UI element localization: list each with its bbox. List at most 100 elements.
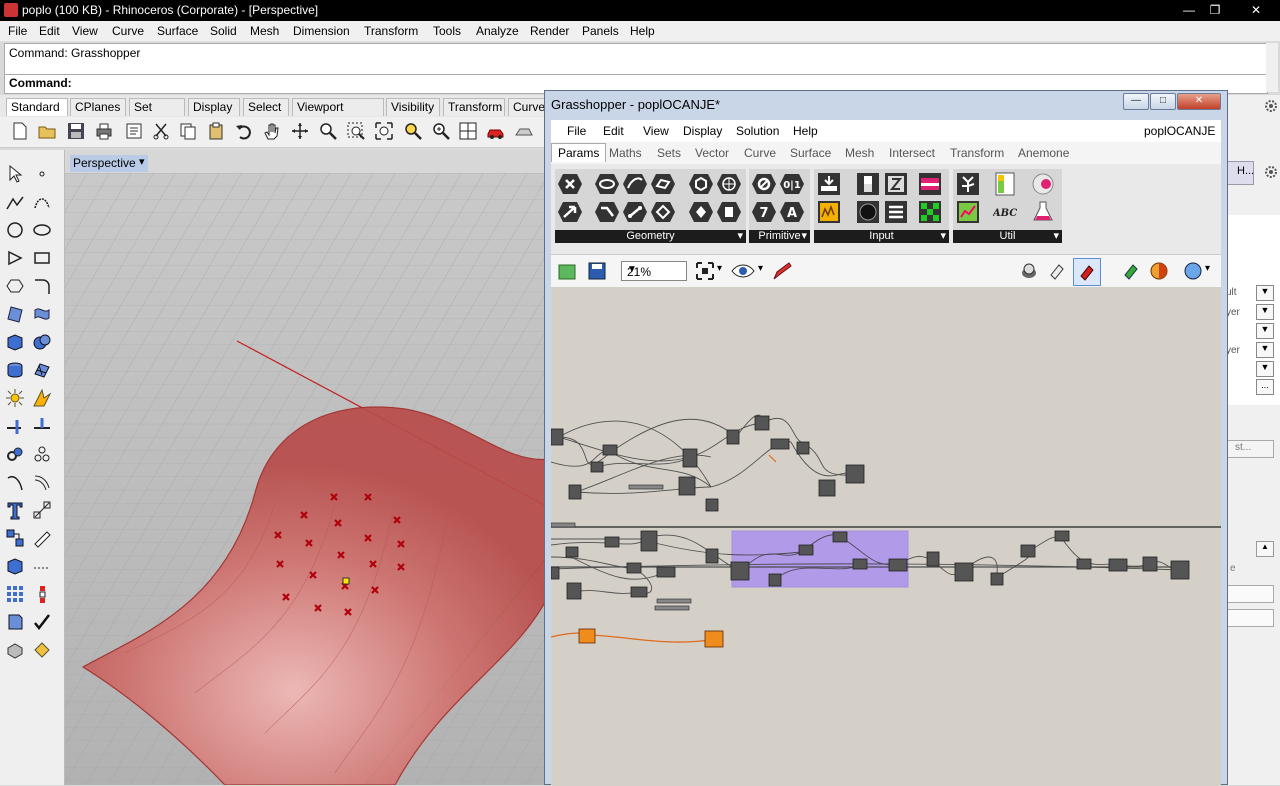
preview-shaded-icon[interactable]	[1047, 261, 1067, 281]
dropdown-2[interactable]: ▼	[1256, 304, 1274, 320]
menu-dimension[interactable]: Dimension	[293, 24, 350, 38]
zoom-combo[interactable]: 21% ▼	[621, 261, 687, 281]
menu-edit[interactable]: Edit	[39, 24, 60, 38]
panel-button[interactable]: st...	[1226, 440, 1274, 458]
param-plane-icon[interactable]	[623, 200, 647, 224]
tab-cplanes[interactable]: CPlanes	[70, 98, 126, 116]
expand-geometry-icon[interactable]: ▾	[737, 230, 743, 243]
preview-selected-button[interactable]	[1073, 258, 1101, 286]
check-icon[interactable]	[32, 612, 52, 632]
cut-icon[interactable]	[151, 121, 171, 141]
util-legend-icon[interactable]	[993, 172, 1017, 196]
gh-minimize-button[interactable]: —	[1123, 93, 1149, 110]
zoom-window-icon[interactable]	[346, 121, 366, 141]
menu-file[interactable]: File	[8, 24, 27, 38]
tab-set-view[interactable]: Set View	[129, 98, 185, 129]
util-scribble-icon[interactable]: ABC	[993, 200, 1017, 224]
tab-transform[interactable]: Transform	[443, 98, 505, 116]
panel-field-2[interactable]	[1226, 609, 1274, 627]
param-vector-icon[interactable]	[558, 200, 582, 224]
open-folder-icon[interactable]	[37, 121, 57, 141]
util-quick-graph-icon[interactable]	[956, 200, 980, 224]
light-icon[interactable]	[5, 388, 25, 408]
render-preview-icon[interactable]	[514, 121, 534, 141]
input-value-list-icon[interactable]	[884, 200, 908, 224]
panel-gear-icon[interactable]	[1264, 165, 1278, 179]
input-graph-mapper-icon[interactable]	[817, 200, 841, 224]
param-geometry-icon[interactable]	[689, 200, 713, 224]
restore-button[interactable]: ❐	[1202, 1, 1228, 19]
offset-curve-icon[interactable]	[32, 472, 52, 492]
menu-view[interactable]: View	[72, 24, 98, 38]
circle-icon[interactable]	[5, 220, 25, 240]
param-group-icon[interactable]	[717, 200, 741, 224]
render-car-icon[interactable]	[486, 121, 506, 141]
settings-gear-icon[interactable]	[1264, 99, 1278, 113]
tab-visibility[interactable]: Visibility	[386, 98, 440, 116]
block-icon[interactable]	[5, 528, 25, 548]
hatch-icon[interactable]	[32, 556, 52, 576]
gh-open-icon[interactable]	[557, 261, 577, 281]
gh-group-input-label[interactable]: Input ▾	[814, 230, 949, 243]
tab-standard[interactable]: Standard	[6, 98, 68, 116]
polygon-icon[interactable]	[5, 248, 25, 268]
render-object-icon[interactable]	[5, 640, 25, 660]
ruler-icon[interactable]	[32, 528, 52, 548]
expand-input-icon[interactable]: ▾	[940, 230, 946, 243]
selected-control-point[interactable]	[342, 577, 350, 585]
menu-mesh[interactable]: Mesh	[250, 24, 279, 38]
analyze-icon[interactable]	[5, 612, 25, 632]
gh-tab-mesh[interactable]: Mesh	[845, 146, 874, 160]
dropdown-5[interactable]: ▼	[1256, 361, 1274, 377]
gh-tab-surface[interactable]: Surface	[790, 146, 831, 160]
viewport-tab-perspective[interactable]: Perspective ▾	[70, 155, 148, 172]
display-menu-icon[interactable]: ▾	[1205, 263, 1210, 274]
gh-canvas[interactable]	[551, 287, 1221, 786]
input-toggle-icon[interactable]	[856, 172, 880, 196]
zoom-extents-icon[interactable]	[695, 261, 715, 281]
zoom-selected-icon[interactable]	[403, 121, 423, 141]
menu-transform[interactable]: Transform	[364, 24, 418, 38]
input-button-icon[interactable]	[856, 200, 880, 224]
layer-box-icon[interactable]	[5, 556, 25, 576]
dropdown-4[interactable]: ▼	[1256, 342, 1274, 358]
paint-bucket-icon[interactable]	[32, 640, 52, 660]
preview-wireframe-icon[interactable]	[1019, 261, 1039, 281]
param-circle-icon[interactable]	[595, 172, 619, 196]
zoom-dropdown-icon[interactable]: ▼	[627, 264, 683, 275]
history-icon[interactable]	[32, 584, 52, 604]
material-sphere-icon[interactable]	[1149, 261, 1169, 281]
join-icon[interactable]	[5, 444, 25, 464]
sketch-pen-icon[interactable]	[771, 261, 793, 281]
browse-button[interactable]: ...	[1256, 379, 1274, 395]
new-file-icon[interactable]	[10, 121, 30, 141]
four-viewports-icon[interactable]	[458, 121, 478, 141]
gh-tab-curve[interactable]: Curve	[744, 146, 776, 160]
gh-group-primitive-label[interactable]: Primitive ▾	[749, 230, 810, 243]
command-scrollbar[interactable]	[1266, 43, 1278, 92]
expand-primitive-icon[interactable]: ▾	[801, 230, 807, 243]
param-surface-icon[interactable]	[651, 172, 675, 196]
save-icon[interactable]	[66, 121, 86, 141]
menu-solid[interactable]: Solid	[210, 24, 237, 38]
gh-tab-sets[interactable]: Sets	[657, 146, 681, 160]
gh-group-geometry-label[interactable]: Geometry ▾	[555, 230, 746, 243]
tab-curve[interactable]: Curve	[508, 98, 548, 116]
panel-field-1[interactable]	[1226, 585, 1274, 603]
input-panel-icon[interactable]	[884, 172, 908, 196]
gh-tab-params[interactable]: Params	[551, 143, 607, 162]
util-flask-icon[interactable]	[1031, 200, 1055, 224]
explode-icon[interactable]	[32, 388, 52, 408]
rectangle-icon[interactable]	[32, 248, 52, 268]
spinner[interactable]: ▲	[1256, 541, 1274, 557]
gh-close-button[interactable]: ✕	[1177, 93, 1221, 110]
gh-menu-display[interactable]: Display	[683, 124, 722, 138]
rotate-view-icon[interactable]	[290, 121, 310, 141]
gh-maximize-button[interactable]: □	[1150, 93, 1176, 110]
gh-save-icon[interactable]	[587, 261, 607, 281]
zoom-extents-icon[interactable]	[374, 121, 394, 141]
select-arrow-icon[interactable]	[5, 164, 25, 184]
tab-display[interactable]: Display	[188, 98, 240, 116]
param-number-icon[interactable]	[752, 172, 776, 196]
gh-menu-help[interactable]: Help	[793, 124, 818, 138]
